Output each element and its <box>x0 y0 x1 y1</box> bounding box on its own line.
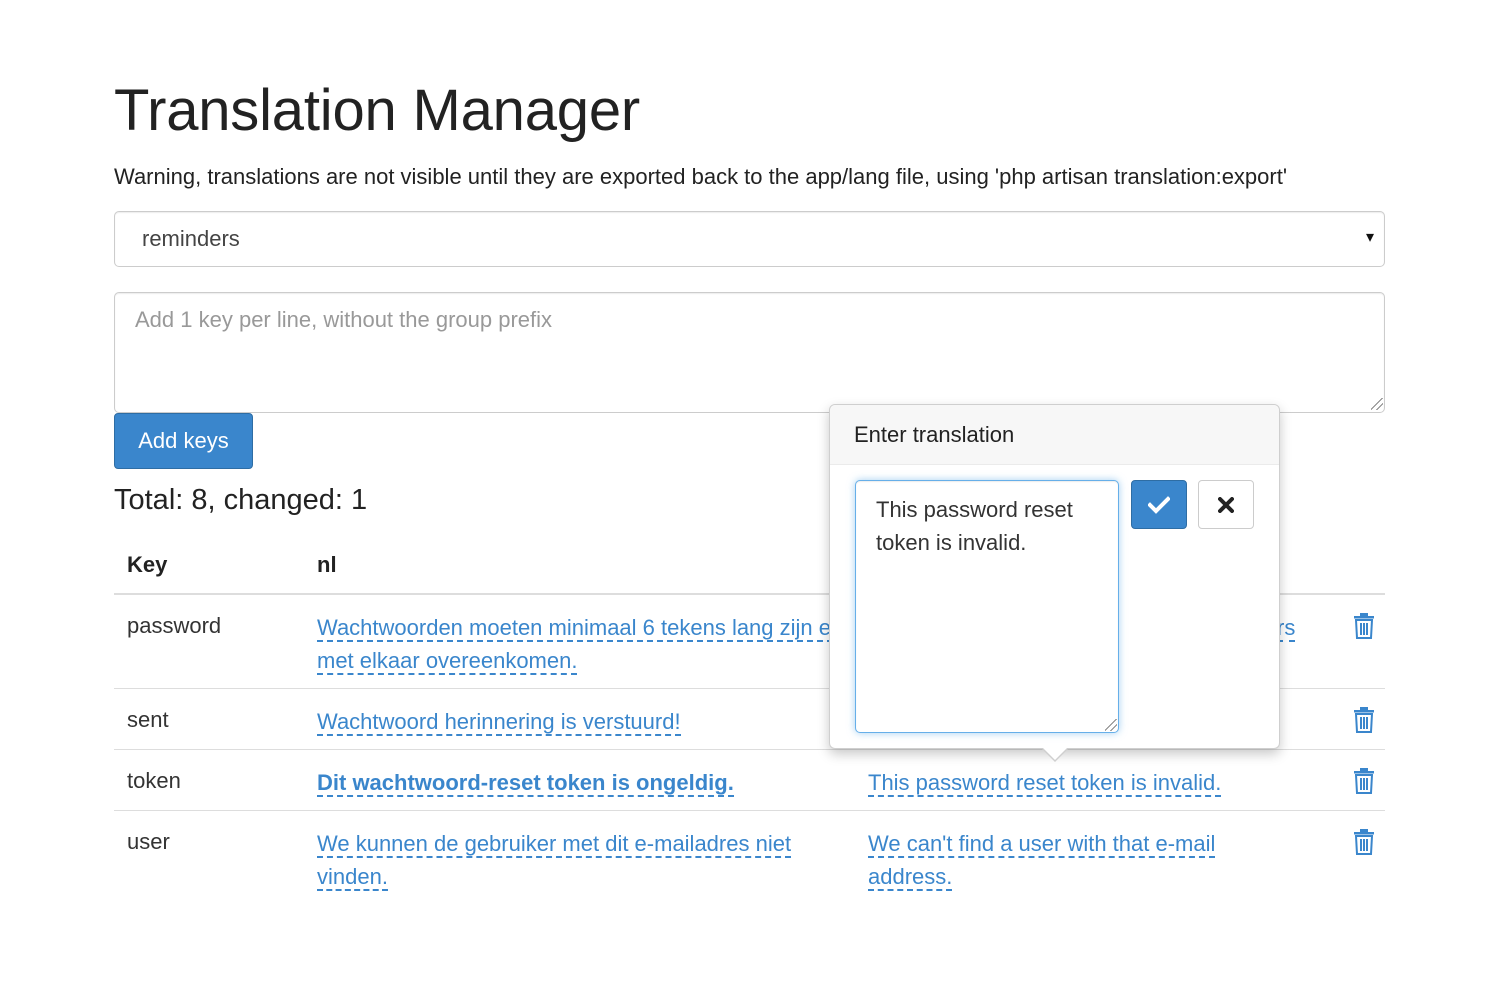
translation-input[interactable]: This password reset token is invalid. <box>855 480 1119 733</box>
table-row: token Dit wachtwoord-reset token is onge… <box>114 750 1385 811</box>
nl-translation-cell: Dit wachtwoord-reset token is ongeldig. <box>317 766 847 799</box>
nl-translation-link[interactable]: Wachtwoorden moeten minimaal 6 tekens la… <box>317 615 844 675</box>
group-select-value: reminders <box>142 226 240 251</box>
new-keys-input[interactable] <box>114 292 1385 413</box>
nl-translation-link[interactable]: We kunnen de gebruiker met dit e-mailadr… <box>317 831 792 891</box>
add-keys-button[interactable]: Add keys <box>114 413 253 469</box>
translation-manager-page: Translation Manager Warning, translation… <box>0 0 1500 1000</box>
caret-down-icon: ▾ <box>1365 229 1374 246</box>
en-translation-link[interactable]: We can't find a user with that e-mail ad… <box>868 831 1216 891</box>
table-row: user We kunnen de gebruiker met dit e-ma… <box>114 811 1385 905</box>
nl-translation-cell: Wachtwoord herinnering is verstuurd! <box>317 705 847 738</box>
group-select[interactable]: reminders ▾ <box>114 211 1385 267</box>
translation-edit-popover: Enter translation This password reset to… <box>829 404 1280 762</box>
popover-arrow <box>1041 747 1069 762</box>
en-translation-cell: We can't find a user with that e-mail ad… <box>868 827 1288 893</box>
trash-icon[interactable] <box>1353 707 1375 733</box>
page-title: Translation Manager <box>114 78 640 143</box>
export-warning: Warning, translations are not visible un… <box>114 164 1288 189</box>
nl-translation-link-changed[interactable]: Dit wachtwoord-reset token is ongeldig. <box>317 770 734 797</box>
en-translation-cell: This password reset token is invalid. <box>868 766 1288 799</box>
row-key: password <box>127 613 222 638</box>
column-header-key: Key <box>127 552 168 577</box>
nl-translation-link[interactable]: Wachtwoord herinnering is verstuurd! <box>317 709 681 736</box>
row-key: user <box>127 829 170 854</box>
row-key: sent <box>127 707 169 732</box>
popover-title: Enter translation <box>830 405 1279 465</box>
check-icon <box>1148 495 1170 514</box>
translation-summary: Total: 8, changed: 1 <box>114 484 368 516</box>
trash-icon[interactable] <box>1353 829 1375 855</box>
cancel-button[interactable] <box>1198 480 1254 529</box>
resize-handle-icon[interactable] <box>1371 398 1383 410</box>
resize-handle-icon[interactable] <box>1105 719 1117 731</box>
en-translation-link[interactable]: This password reset token is invalid. <box>868 770 1222 797</box>
row-key: token <box>127 768 181 793</box>
en-translation-cell: rs <box>1277 611 1317 644</box>
close-icon <box>1218 496 1234 513</box>
confirm-button[interactable] <box>1131 480 1187 529</box>
trash-icon[interactable] <box>1353 613 1375 639</box>
column-header-nl: nl <box>317 552 337 577</box>
nl-translation-cell: We kunnen de gebruiker met dit e-mailadr… <box>317 827 847 893</box>
nl-translation-cell: Wachtwoorden moeten minimaal 6 tekens la… <box>317 611 847 677</box>
trash-icon[interactable] <box>1353 768 1375 794</box>
